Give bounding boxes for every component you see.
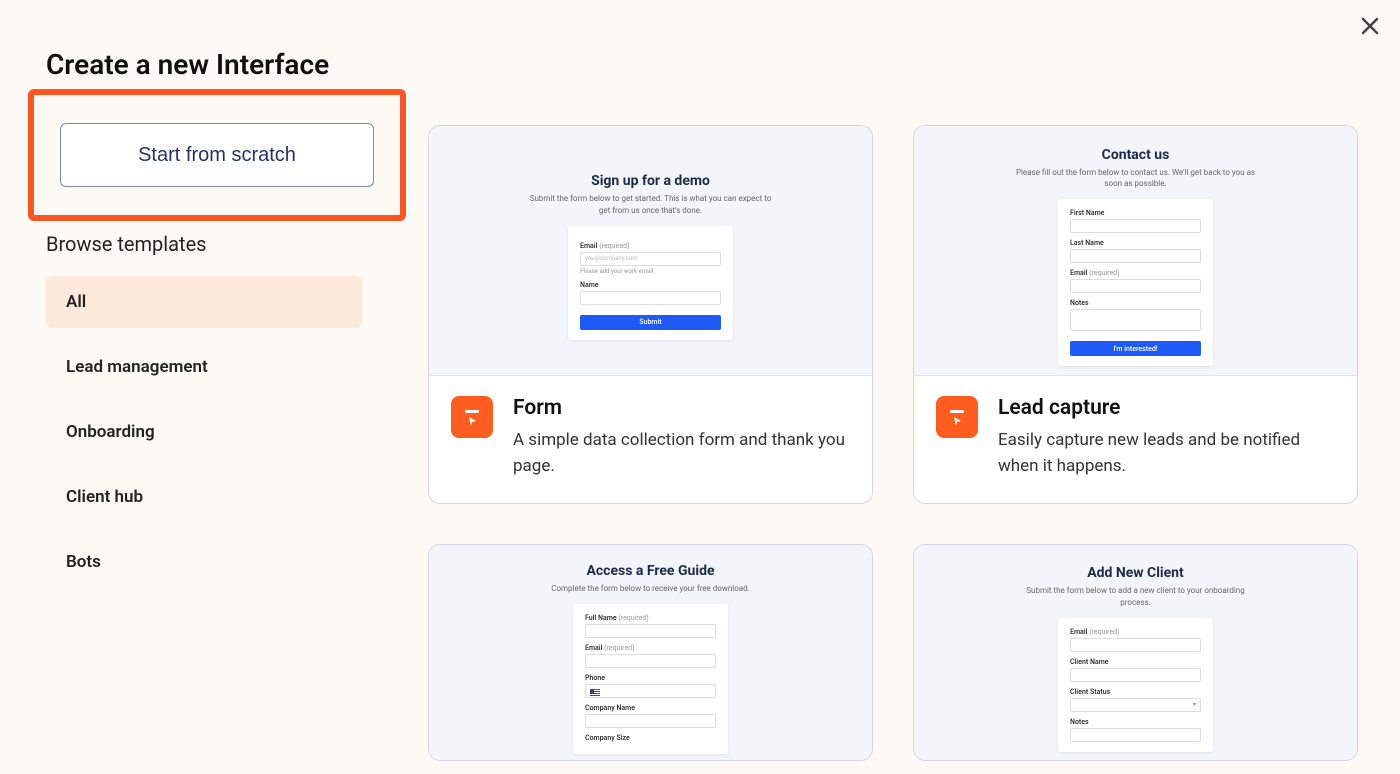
preview-label: Name xyxy=(580,281,721,289)
preview-label: Client Status xyxy=(1070,688,1201,696)
preview-label: Company Size xyxy=(585,734,716,742)
preview-input: you@company.com xyxy=(580,252,721,266)
preview-input xyxy=(585,654,716,668)
category-all[interactable]: All xyxy=(46,276,362,328)
category-lead-management[interactable]: Lead management xyxy=(46,341,362,393)
preview-input xyxy=(1070,728,1201,742)
browse-templates-heading: Browse templates xyxy=(46,232,207,256)
preview-label: Email (required) xyxy=(1070,628,1201,636)
preview-label: Full Name (required) xyxy=(585,614,716,622)
template-preview: Contact us Please fill out the form belo… xyxy=(914,126,1357,376)
template-category-list: All Lead management Onboarding Client hu… xyxy=(46,276,362,601)
start-from-scratch-highlight: Start from scratch xyxy=(28,89,406,221)
preview-submit: Submit xyxy=(580,315,721,330)
template-title: Lead capture xyxy=(998,396,1335,420)
preview-submit: I'm interested! xyxy=(1070,341,1201,356)
preview-label: Notes xyxy=(1070,718,1201,726)
interface-icon xyxy=(451,396,493,438)
preview-input xyxy=(585,714,716,728)
page-title: Create a new Interface xyxy=(46,48,329,81)
template-card-lead-capture[interactable]: Contact us Please fill out the form belo… xyxy=(913,125,1358,504)
preview-textarea xyxy=(1070,309,1201,331)
preview-input xyxy=(1070,638,1201,652)
preview-label: Company Name xyxy=(585,704,716,712)
preview-subtext: Complete the form below to receive your … xyxy=(496,583,806,594)
template-desc: Easily capture new leads and be notified… xyxy=(998,428,1335,479)
template-title: Form xyxy=(513,396,850,420)
preview-input xyxy=(1070,219,1201,233)
template-card-add-client[interactable]: Add New Client Submit the form below to … xyxy=(913,544,1358,761)
preview-subtext: Please fill out the form below to contac… xyxy=(981,167,1291,189)
template-preview: Access a Free Guide Complete the form be… xyxy=(429,545,872,760)
us-flag-icon xyxy=(590,689,600,696)
preview-input xyxy=(1070,279,1201,293)
preview-heading: Contact us xyxy=(981,147,1291,163)
template-preview: Sign up for a demo Submit the form below… xyxy=(429,126,872,376)
preview-label: Last Name xyxy=(1070,239,1201,247)
preview-heading: Add New Client xyxy=(981,565,1291,581)
preview-label: Notes xyxy=(1070,299,1201,307)
templates-grid: Sign up for a demo Submit the form below… xyxy=(428,125,1358,761)
start-from-scratch-button[interactable]: Start from scratch xyxy=(60,123,374,187)
preview-label: Phone xyxy=(585,674,716,682)
preview-input xyxy=(1070,668,1201,682)
preview-panel: Email (required) Client Name Client Stat… xyxy=(1058,618,1213,752)
preview-select xyxy=(1070,698,1201,712)
preview-input xyxy=(580,291,721,305)
preview-label: Client Name xyxy=(1070,658,1201,666)
preview-subtext: Submit the form below to get started. Th… xyxy=(496,193,806,215)
preview-panel: Full Name (required) Email (required) Ph… xyxy=(573,604,728,754)
category-onboarding[interactable]: Onboarding xyxy=(46,406,362,458)
preview-helper: Please add your work email. xyxy=(580,268,721,275)
category-client-hub[interactable]: Client hub xyxy=(46,471,362,523)
preview-label: Email (required) xyxy=(580,242,721,250)
preview-label: First Name xyxy=(1070,209,1201,217)
preview-heading: Sign up for a demo xyxy=(496,173,806,189)
close-icon[interactable] xyxy=(1358,14,1382,38)
preview-input xyxy=(585,684,716,698)
preview-subtext: Submit the form below to add a new clien… xyxy=(981,585,1291,607)
template-meta: Form A simple data collection form and t… xyxy=(429,376,872,503)
preview-input xyxy=(585,624,716,638)
category-bots[interactable]: Bots xyxy=(46,536,362,588)
preview-input xyxy=(1070,249,1201,263)
preview-heading: Access a Free Guide xyxy=(496,563,806,579)
preview-label: Email (required) xyxy=(1070,269,1201,277)
preview-label: Email (required) xyxy=(585,644,716,652)
template-card-free-guide[interactable]: Access a Free Guide Complete the form be… xyxy=(428,544,873,761)
template-card-form[interactable]: Sign up for a demo Submit the form below… xyxy=(428,125,873,504)
template-meta: Lead capture Easily capture new leads an… xyxy=(914,376,1357,503)
preview-panel: First Name Last Name Email (required) No… xyxy=(1058,199,1213,366)
template-desc: A simple data collection form and thank … xyxy=(513,428,850,479)
template-preview: Add New Client Submit the form below to … xyxy=(914,545,1357,760)
preview-panel: Email (required) you@company.com Please … xyxy=(568,226,733,340)
interface-icon xyxy=(936,396,978,438)
